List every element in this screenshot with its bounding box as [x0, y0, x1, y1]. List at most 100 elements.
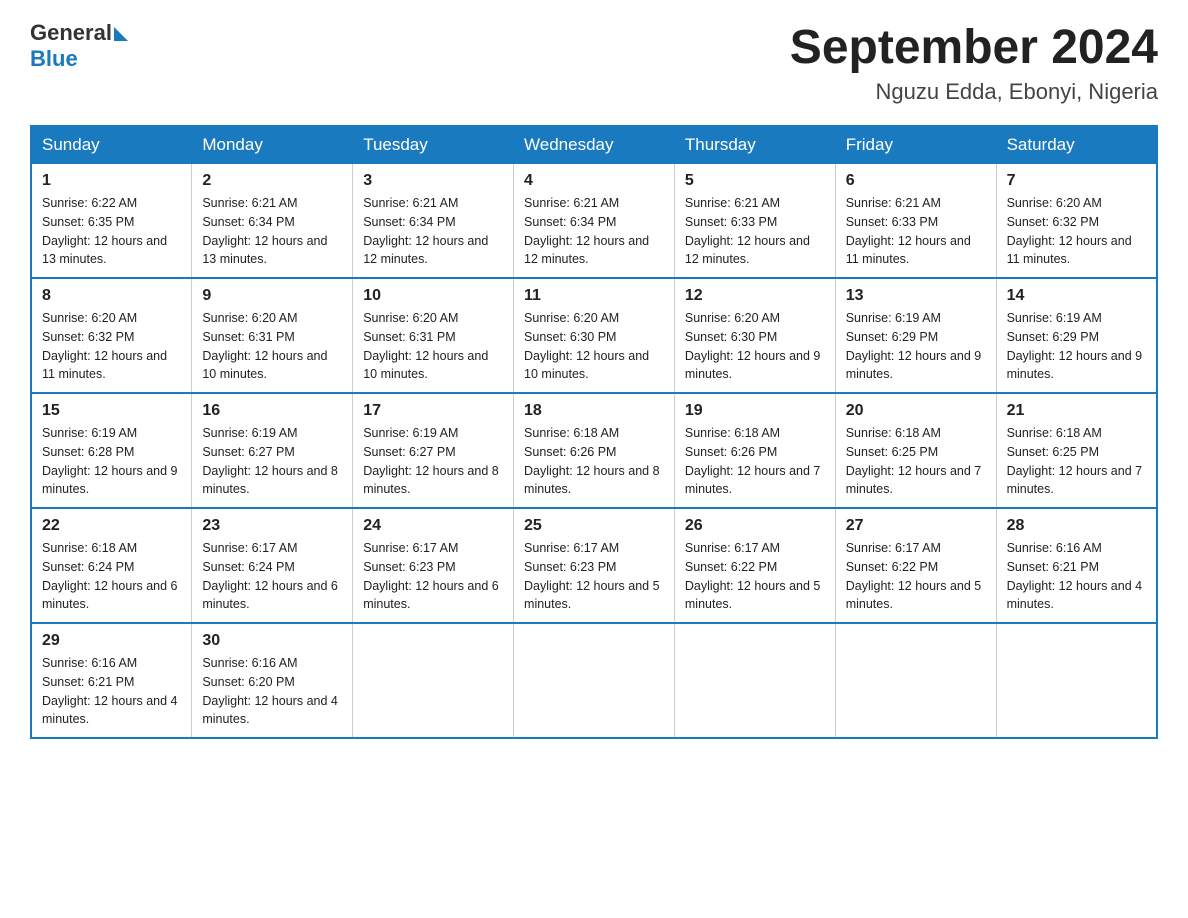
- table-row: [514, 623, 675, 738]
- day-number: 15: [42, 402, 181, 420]
- day-header-friday: Friday: [835, 126, 996, 164]
- day-number: 20: [846, 402, 986, 420]
- day-info: Sunrise: 6:18 AMSunset: 6:26 PMDaylight:…: [524, 426, 660, 496]
- day-header-wednesday: Wednesday: [514, 126, 675, 164]
- day-info: Sunrise: 6:16 AMSunset: 6:21 PMDaylight:…: [42, 656, 178, 726]
- table-row: 22 Sunrise: 6:18 AMSunset: 6:24 PMDayligh…: [31, 508, 192, 623]
- title-block: September 2024 Nguzu Edda, Ebonyi, Niger…: [790, 20, 1158, 105]
- day-info: Sunrise: 6:20 AMSunset: 6:31 PMDaylight:…: [363, 311, 488, 381]
- day-info: Sunrise: 6:17 AMSunset: 6:22 PMDaylight:…: [846, 541, 982, 611]
- day-info: Sunrise: 6:18 AMSunset: 6:26 PMDaylight:…: [685, 426, 821, 496]
- day-number: 23: [202, 517, 342, 535]
- table-row: 14 Sunrise: 6:19 AMSunset: 6:29 PMDayligh…: [996, 278, 1157, 393]
- day-info: Sunrise: 6:21 AMSunset: 6:34 PMDaylight:…: [202, 196, 327, 266]
- calendar-title: September 2024: [790, 20, 1158, 75]
- day-info: Sunrise: 6:18 AMSunset: 6:24 PMDaylight:…: [42, 541, 178, 611]
- day-number: 2: [202, 172, 342, 190]
- day-info: Sunrise: 6:21 AMSunset: 6:34 PMDaylight:…: [524, 196, 649, 266]
- day-info: Sunrise: 6:20 AMSunset: 6:30 PMDaylight:…: [524, 311, 649, 381]
- day-header-tuesday: Tuesday: [353, 126, 514, 164]
- table-row: 9Sunrise: 6:20 AMSunset: 6:31 PMDaylight…: [192, 278, 353, 393]
- table-row: 2 Sunrise: 6:21 AMSunset: 6:34 PMDaylight…: [192, 164, 353, 279]
- table-row: 29 Sunrise: 6:16 AMSunset: 6:21 PMDayligh…: [31, 623, 192, 738]
- day-number: 13: [846, 287, 986, 305]
- table-row: 7Sunrise: 6:20 AMSunset: 6:32 PMDaylight…: [996, 164, 1157, 279]
- table-row: [996, 623, 1157, 738]
- table-row: 27 Sunrise: 6:17 AMSunset: 6:22 PMDayligh…: [835, 508, 996, 623]
- day-number: 10: [363, 287, 503, 305]
- day-info: Sunrise: 6:19 AMSunset: 6:29 PMDaylight:…: [1007, 311, 1143, 381]
- table-row: 15 Sunrise: 6:19 AMSunset: 6:28 PMDayligh…: [31, 393, 192, 508]
- day-number: 28: [1007, 517, 1146, 535]
- table-row: 16Sunrise: 6:19 AMSunset: 6:27 PMDayligh…: [192, 393, 353, 508]
- day-number: 29: [42, 632, 181, 650]
- table-row: 18 Sunrise: 6:18 AMSunset: 6:26 PMDayligh…: [514, 393, 675, 508]
- table-row: 11 Sunrise: 6:20 AMSunset: 6:30 PMDayligh…: [514, 278, 675, 393]
- day-number: 19: [685, 402, 825, 420]
- day-number: 18: [524, 402, 664, 420]
- table-row: 20Sunrise: 6:18 AMSunset: 6:25 PMDayligh…: [835, 393, 996, 508]
- table-row: 30 Sunrise: 6:16 AMSunset: 6:20 PMDayligh…: [192, 623, 353, 738]
- table-row: 1Sunrise: 6:22 AMSunset: 6:35 PMDaylight…: [31, 164, 192, 279]
- day-number: 12: [685, 287, 825, 305]
- day-info: Sunrise: 6:22 AMSunset: 6:35 PMDaylight:…: [42, 196, 167, 266]
- day-info: Sunrise: 6:20 AMSunset: 6:30 PMDaylight:…: [685, 311, 821, 381]
- table-row: [835, 623, 996, 738]
- table-row: [674, 623, 835, 738]
- day-info: Sunrise: 6:16 AMSunset: 6:20 PMDaylight:…: [202, 656, 338, 726]
- table-row: 28Sunrise: 6:16 AMSunset: 6:21 PMDayligh…: [996, 508, 1157, 623]
- table-row: 26 Sunrise: 6:17 AMSunset: 6:22 PMDayligh…: [674, 508, 835, 623]
- table-row: 3Sunrise: 6:21 AMSunset: 6:34 PMDaylight…: [353, 164, 514, 279]
- day-number: 5: [685, 172, 825, 190]
- table-row: 17 Sunrise: 6:19 AMSunset: 6:27 PMDayligh…: [353, 393, 514, 508]
- day-number: 21: [1007, 402, 1146, 420]
- day-info: Sunrise: 6:19 AMSunset: 6:29 PMDaylight:…: [846, 311, 982, 381]
- table-row: 4 Sunrise: 6:21 AMSunset: 6:34 PMDaylight…: [514, 164, 675, 279]
- table-row: 25 Sunrise: 6:17 AMSunset: 6:23 PMDayligh…: [514, 508, 675, 623]
- table-row: [353, 623, 514, 738]
- day-number: 11: [524, 287, 664, 305]
- table-row: 10 Sunrise: 6:20 AMSunset: 6:31 PMDayligh…: [353, 278, 514, 393]
- day-number: 16: [202, 402, 342, 420]
- day-header-saturday: Saturday: [996, 126, 1157, 164]
- table-row: 13 Sunrise: 6:19 AMSunset: 6:29 PMDayligh…: [835, 278, 996, 393]
- day-info: Sunrise: 6:20 AMSunset: 6:32 PMDaylight:…: [42, 311, 167, 381]
- day-number: 3: [363, 172, 503, 190]
- table-row: 8 Sunrise: 6:20 AMSunset: 6:32 PMDaylight…: [31, 278, 192, 393]
- day-number: 4: [524, 172, 664, 190]
- day-info: Sunrise: 6:17 AMSunset: 6:24 PMDaylight:…: [202, 541, 338, 611]
- day-header-sunday: Sunday: [31, 126, 192, 164]
- day-number: 30: [202, 632, 342, 650]
- day-info: Sunrise: 6:19 AMSunset: 6:28 PMDaylight:…: [42, 426, 178, 496]
- day-number: 22: [42, 517, 181, 535]
- day-info: Sunrise: 6:17 AMSunset: 6:23 PMDaylight:…: [524, 541, 660, 611]
- calendar-table: SundayMondayTuesdayWednesdayThursdayFrid…: [30, 125, 1158, 739]
- day-info: Sunrise: 6:18 AMSunset: 6:25 PMDaylight:…: [1007, 426, 1143, 496]
- day-number: 17: [363, 402, 503, 420]
- day-number: 8: [42, 287, 181, 305]
- day-number: 6: [846, 172, 986, 190]
- day-info: Sunrise: 6:17 AMSunset: 6:23 PMDaylight:…: [363, 541, 499, 611]
- day-number: 27: [846, 517, 986, 535]
- table-row: 5 Sunrise: 6:21 AMSunset: 6:33 PMDaylight…: [674, 164, 835, 279]
- day-number: 9: [202, 287, 342, 305]
- day-header-thursday: Thursday: [674, 126, 835, 164]
- table-row: 23 Sunrise: 6:17 AMSunset: 6:24 PMDayligh…: [192, 508, 353, 623]
- calendar-subtitle: Nguzu Edda, Ebonyi, Nigeria: [790, 79, 1158, 105]
- day-header-monday: Monday: [192, 126, 353, 164]
- day-info: Sunrise: 6:21 AMSunset: 6:33 PMDaylight:…: [846, 196, 971, 266]
- table-row: 19 Sunrise: 6:18 AMSunset: 6:26 PMDayligh…: [674, 393, 835, 508]
- table-row: 24Sunrise: 6:17 AMSunset: 6:23 PMDayligh…: [353, 508, 514, 623]
- day-number: 7: [1007, 172, 1146, 190]
- logo: General Blue: [30, 20, 128, 72]
- day-info: Sunrise: 6:19 AMSunset: 6:27 PMDaylight:…: [363, 426, 499, 496]
- day-info: Sunrise: 6:21 AMSunset: 6:33 PMDaylight:…: [685, 196, 810, 266]
- day-number: 25: [524, 517, 664, 535]
- logo-general: General: [30, 20, 112, 46]
- day-number: 14: [1007, 287, 1146, 305]
- day-info: Sunrise: 6:17 AMSunset: 6:22 PMDaylight:…: [685, 541, 821, 611]
- logo-triangle-icon: [114, 27, 128, 41]
- day-number: 26: [685, 517, 825, 535]
- table-row: 12 Sunrise: 6:20 AMSunset: 6:30 PMDayligh…: [674, 278, 835, 393]
- table-row: 21 Sunrise: 6:18 AMSunset: 6:25 PMDayligh…: [996, 393, 1157, 508]
